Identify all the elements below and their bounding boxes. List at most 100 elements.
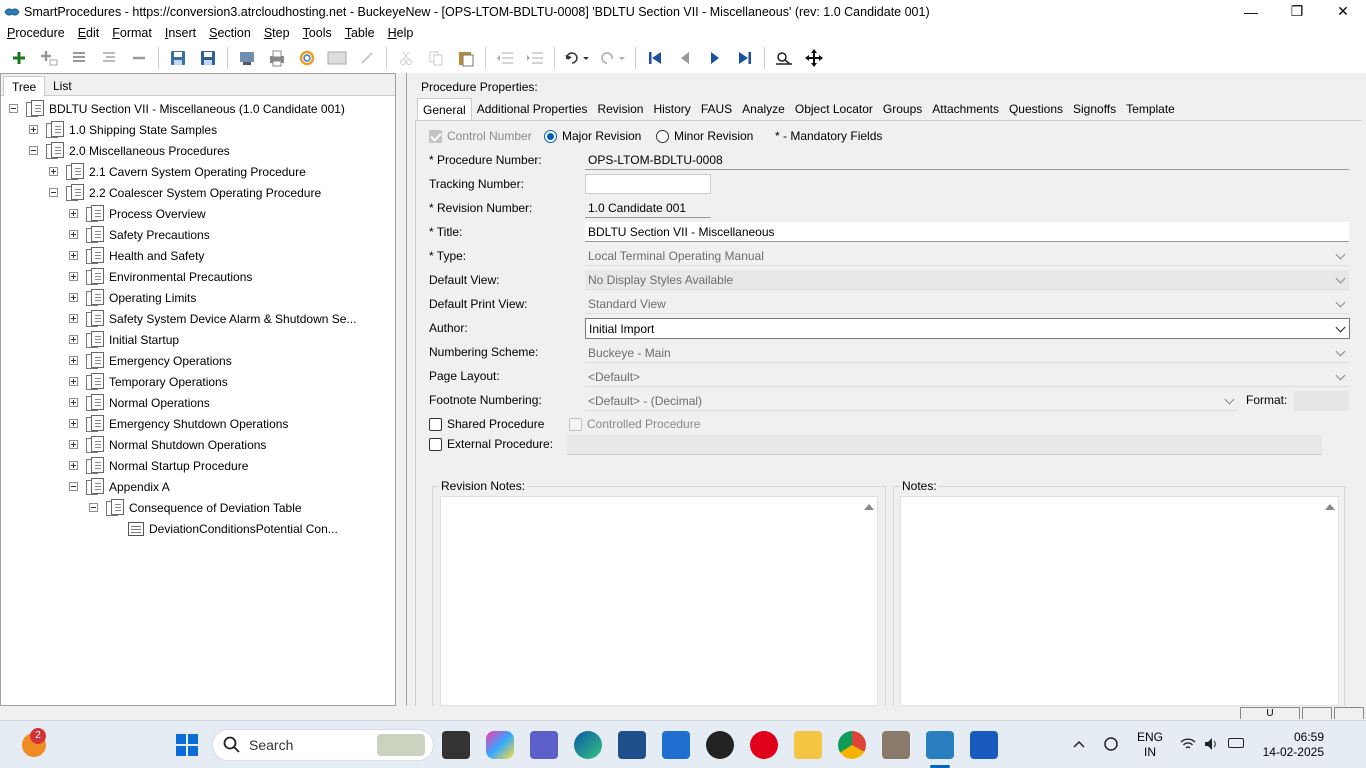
smartprocedures-icon[interactable] <box>926 731 954 759</box>
tab-analyze[interactable]: Analyze <box>737 98 790 120</box>
copy-icon[interactable] <box>425 47 447 69</box>
major-revision-radio[interactable]: Major Revision <box>544 125 641 147</box>
save-all-icon[interactable] <box>167 47 189 69</box>
save-icon[interactable] <box>197 47 219 69</box>
expand-icon[interactable] <box>69 356 78 365</box>
outdent-icon[interactable] <box>494 47 516 69</box>
previous-icon[interactable] <box>674 47 696 69</box>
remove-icon[interactable] <box>128 47 150 69</box>
page-layout-select[interactable]: <Default> <box>585 367 1349 387</box>
add-icon[interactable] <box>8 47 30 69</box>
zoom-icon[interactable] <box>773 47 795 69</box>
tree-node[interactable]: Emergency Shutdown Operations <box>69 413 288 434</box>
tree-node[interactable]: Health and Safety <box>69 245 204 266</box>
tree-node[interactable]: Temporary Operations <box>69 371 228 392</box>
menu-help[interactable]: Help <box>381 26 420 40</box>
tree-node[interactable]: Appendix A <box>69 476 170 497</box>
copilot-icon[interactable] <box>486 731 514 759</box>
menu-procedure[interactable]: Procedure <box>0 26 71 40</box>
store-icon[interactable] <box>618 731 646 759</box>
clock[interactable]: 06:59 14-02-2025 <box>1254 721 1324 768</box>
tree-node[interactable]: Operating Limits <box>69 287 196 308</box>
default-view-select[interactable]: No Display Styles Available <box>585 270 1349 290</box>
tracking-number-input[interactable] <box>585 174 711 194</box>
menu-table[interactable]: Table <box>338 26 381 40</box>
control-number-checkbox[interactable]: Control Number <box>429 125 532 147</box>
tree-node[interactable]: Initial Startup <box>69 329 179 350</box>
tree-node[interactable]: 1.0 Shipping State Samples <box>29 119 217 140</box>
print-icon[interactable] <box>266 47 288 69</box>
tree-node[interactable]: Normal Startup Procedure <box>69 455 248 476</box>
expand-icon[interactable] <box>69 209 78 218</box>
tree-node[interactable]: Normal Operations <box>69 392 210 413</box>
chrome-icon[interactable] <box>838 731 866 759</box>
collapse-icon[interactable] <box>49 188 58 197</box>
expand-icon[interactable] <box>49 167 58 176</box>
menu-tools[interactable]: Tools <box>296 26 338 40</box>
tree-node[interactable]: Safety Precautions <box>69 224 210 245</box>
notes-textarea[interactable] <box>900 496 1339 706</box>
expand-icon[interactable] <box>69 440 78 449</box>
tree-node[interactable]: Consequence of Deviation Table <box>89 497 302 518</box>
dell-icon[interactable] <box>706 731 734 759</box>
start-icon[interactable] <box>176 734 198 756</box>
tab-tree[interactable]: Tree <box>3 76 46 96</box>
menu-section[interactable]: Section <box>202 26 257 40</box>
collapse-icon[interactable] <box>29 146 38 155</box>
tab-revision[interactable]: Revision <box>592 98 648 120</box>
teams-icon[interactable] <box>530 731 558 759</box>
tree-node[interactable]: Emergency Operations <box>69 350 232 371</box>
revision-notes-textarea[interactable] <box>440 496 878 706</box>
expand-icon[interactable] <box>69 293 78 302</box>
menu-insert[interactable]: Insert <box>158 26 202 40</box>
expand-icon[interactable] <box>69 230 78 239</box>
tab-signoffs[interactable]: Signoffs <box>1068 98 1121 120</box>
tab-groups[interactable]: Groups <box>878 98 927 120</box>
tab-template[interactable]: Template <box>1121 98 1180 120</box>
menu-edit[interactable]: Edit <box>71 26 106 40</box>
first-icon[interactable] <box>644 47 666 69</box>
expand-icon[interactable] <box>69 335 78 344</box>
battery-icon[interactable] <box>1228 738 1244 748</box>
tree-node[interactable]: 2.1 Cavern System Operating Procedure <box>49 161 306 182</box>
refresh-icon[interactable] <box>296 47 318 69</box>
collapse-icon[interactable] <box>69 482 78 491</box>
last-icon[interactable] <box>734 47 756 69</box>
magic-icon[interactable] <box>356 47 378 69</box>
type-select[interactable]: Local Terminal Operating Manual <box>585 246 1349 266</box>
maximize-button[interactable]: ❐ <box>1274 0 1320 23</box>
wifi-icon[interactable] <box>1180 737 1196 751</box>
tab-additional-properties[interactable]: Additional Properties <box>472 98 593 120</box>
tree-node[interactable]: 2.0 Miscellaneous Procedures <box>29 140 230 161</box>
expand-icon[interactable] <box>69 272 78 281</box>
external-procedure-checkbox[interactable]: External Procedure: <box>429 433 553 455</box>
task-view-icon[interactable] <box>442 731 470 759</box>
move-icon[interactable] <box>803 47 825 69</box>
collapse-icon[interactable] <box>89 503 98 512</box>
tab-list[interactable]: List <box>45 76 80 96</box>
tree-node[interactable]: BDLTU Section VII - Miscellaneous (1.0 C… <box>9 98 345 119</box>
tree-node[interactable]: Environmental Precautions <box>69 266 252 287</box>
scroll-up-icon[interactable] <box>864 504 874 510</box>
panel-splitter[interactable] <box>396 73 406 706</box>
tree-node[interactable]: 2.2 Coalescer System Operating Procedure <box>49 182 321 203</box>
tab-attachments[interactable]: Attachments <box>927 98 1004 120</box>
tree-node[interactable]: DeviationConditionsPotential Con... <box>128 518 338 539</box>
cut-icon[interactable] <box>395 47 417 69</box>
paste-icon[interactable] <box>455 47 477 69</box>
app-icon[interactable] <box>882 731 910 759</box>
minor-revision-radio[interactable]: Minor Revision <box>656 125 753 147</box>
next-icon[interactable] <box>704 47 726 69</box>
menu-step[interactable]: Step <box>257 26 296 40</box>
tab-general[interactable]: General <box>417 98 472 120</box>
expand-icon[interactable] <box>69 314 78 323</box>
power-automate-icon[interactable] <box>662 731 690 759</box>
title-input[interactable]: BDLTU Section VII - Miscellaneous <box>585 222 1349 242</box>
scroll-up-icon[interactable] <box>1325 504 1335 510</box>
file-explorer-icon[interactable] <box>794 731 822 759</box>
close-button[interactable]: ✕ <box>1320 0 1366 23</box>
indent-icon[interactable] <box>524 47 546 69</box>
language-indicator[interactable]: ENG IN <box>1136 721 1164 768</box>
expand-icon[interactable] <box>69 377 78 386</box>
expand-icon[interactable] <box>29 125 38 134</box>
